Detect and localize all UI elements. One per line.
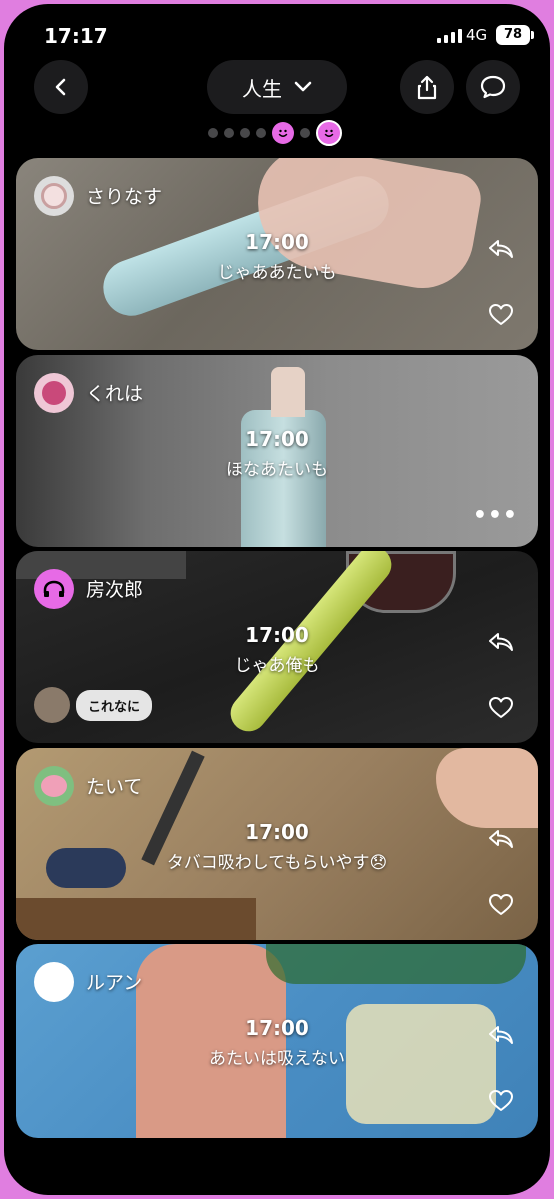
like-button[interactable] xyxy=(486,890,516,920)
battery-level: 78 xyxy=(503,27,523,42)
group-selector[interactable]: 人生 xyxy=(207,60,347,114)
avatar[interactable] xyxy=(34,373,74,413)
heart-icon xyxy=(489,697,513,718)
comment-preview[interactable]: これなに xyxy=(34,687,153,723)
back-button[interactable] xyxy=(34,60,88,114)
share-icon xyxy=(417,75,437,100)
username[interactable]: ルアン xyxy=(86,968,142,995)
smile-icon[interactable] xyxy=(272,122,294,144)
heart-icon xyxy=(489,304,513,325)
avatar[interactable] xyxy=(34,962,74,1002)
page-dot[interactable] xyxy=(224,128,234,138)
post-message: タバコ吸わしてもらいやす😞 xyxy=(166,853,388,873)
username[interactable]: くれは xyxy=(86,379,143,406)
share-button[interactable] xyxy=(400,60,454,114)
reply-button[interactable] xyxy=(486,1020,516,1050)
status-time: 17:17 xyxy=(44,24,108,48)
post-message: ほなあたいも xyxy=(226,460,328,480)
chevron-down-icon xyxy=(294,81,312,92)
heart-icon xyxy=(489,1090,513,1111)
post-time: 17:00 xyxy=(245,623,309,647)
like-button[interactable] xyxy=(486,693,516,723)
reply-icon xyxy=(489,1026,513,1044)
commenter-avatar xyxy=(34,687,70,723)
username[interactable]: 房次郎 xyxy=(86,575,143,602)
post-message: じゃああたいも xyxy=(217,263,337,283)
more-options-icon[interactable]: ••• xyxy=(473,503,518,528)
post-time: 17:00 xyxy=(245,1016,309,1040)
post-card[interactable]: ルアン 17:00 あたいは吸えない xyxy=(16,944,538,1138)
chat-button[interactable] xyxy=(466,60,520,114)
reply-icon xyxy=(489,830,513,848)
speech-bubble-icon xyxy=(480,75,506,99)
username[interactable]: さりなす xyxy=(86,182,162,209)
phone-screen: 17:17 4G 78 人生 さりなす 17:00 じゃああたいも くれは 17… xyxy=(4,4,550,1195)
page-dot[interactable] xyxy=(240,128,250,138)
page-dot[interactable] xyxy=(300,128,310,138)
post-card[interactable]: さりなす 17:00 じゃああたいも xyxy=(16,158,538,350)
post-time: 17:00 xyxy=(245,427,309,451)
smile-icon-active[interactable] xyxy=(316,120,342,146)
battery-icon: 78 xyxy=(496,25,534,45)
like-button[interactable] xyxy=(486,300,516,330)
post-card[interactable]: 房次郎 17:00 じゃあ俺も これなに xyxy=(16,551,538,743)
avatar[interactable] xyxy=(34,766,74,806)
chevron-left-icon xyxy=(55,78,66,96)
reply-button[interactable] xyxy=(486,627,516,657)
page-indicator xyxy=(208,120,342,146)
signal-icon xyxy=(437,29,462,43)
username[interactable]: たいて xyxy=(86,772,142,799)
reply-button[interactable] xyxy=(486,234,516,264)
post-card[interactable]: くれは 17:00 ほなあたいも ••• xyxy=(16,355,538,547)
group-title: 人生 xyxy=(242,76,282,101)
page-dot[interactable] xyxy=(256,128,266,138)
reply-button[interactable] xyxy=(486,824,516,854)
post-time: 17:00 xyxy=(245,820,309,844)
network-type: 4G xyxy=(466,26,488,44)
reply-icon xyxy=(489,633,513,651)
avatar[interactable] xyxy=(34,176,74,216)
like-button[interactable] xyxy=(486,1086,516,1116)
post-time: 17:00 xyxy=(245,230,309,254)
post-message: あたいは吸えない xyxy=(209,1049,345,1069)
avatar[interactable] xyxy=(34,569,74,609)
post-message: じゃあ俺も xyxy=(234,656,320,676)
status-bar: 17:17 4G 78 xyxy=(4,4,550,64)
post-card[interactable]: たいて 17:00 タバコ吸わしてもらいやす😞 xyxy=(16,748,538,940)
page-dot[interactable] xyxy=(208,128,218,138)
heart-icon xyxy=(489,894,513,915)
comment-bubble: これなに xyxy=(76,689,153,721)
reply-icon xyxy=(489,240,513,258)
